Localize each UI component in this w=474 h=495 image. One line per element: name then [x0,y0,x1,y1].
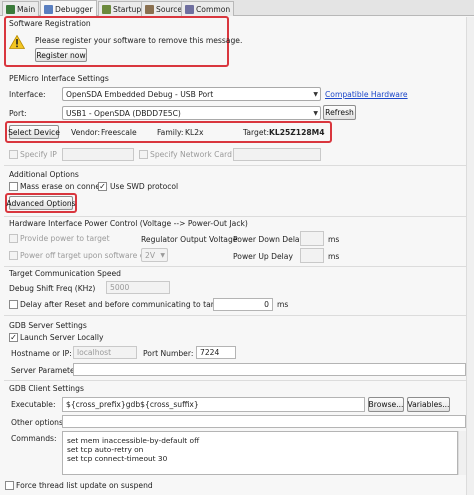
vendor-label: Vendor: [71,128,101,137]
power-down-delay-input[interactable] [300,231,324,246]
hostname-input[interactable]: localhost [73,346,137,359]
mass-erase-checkbox[interactable] [9,182,18,191]
tab-source[interactable]: Source [141,1,187,16]
advanced-options-button[interactable]: Advanced Options [6,196,76,210]
tab-startup[interactable]: Startup [98,1,146,16]
target-label: Target: [243,128,270,137]
commands-label: Commands: [11,434,57,443]
chevron-down-icon: ▼ [313,91,318,98]
commands-scrollbar[interactable] [458,431,466,475]
delay-after-reset-label: Delay after Reset and before communicati… [20,300,240,309]
panel-scrollbar[interactable] [466,17,474,495]
chevron-down-icon: ▼ [313,110,318,117]
divider [4,165,466,166]
specify-nic-label: Specify Network Card IP [150,150,242,159]
port-label: Port: [9,109,27,118]
shift-freq-input[interactable]: 5000 [106,281,170,294]
family-value: KL2x [185,128,204,137]
startup-icon [102,4,111,14]
port-number-label: Port Number: [143,349,194,358]
force-thread-checkbox[interactable] [5,481,14,490]
interface-select[interactable]: OpenSDA Embedded Debug - USB Port ▼ [62,87,321,101]
use-swd-checkbox[interactable]: ✓ [98,182,107,191]
vendor-value: Freescale [101,128,137,137]
specify-ip-input[interactable] [62,148,134,161]
divider [4,216,466,217]
power-up-delay-label: Power Up Delay [233,252,293,261]
other-options-input[interactable] [62,415,466,428]
force-thread-label: Force thread list update on suspend [16,481,153,490]
power-down-delay-label: Power Down Delay [233,235,305,244]
refresh-button[interactable]: Refresh [323,105,356,120]
family-label: Family: [157,128,184,137]
tab-common[interactable]: Common [181,1,235,16]
tab-debugger[interactable]: Debugger [40,0,97,17]
regulator-voltage-label: Regulator Output Voltage [141,235,238,244]
tab-main[interactable]: Main [2,1,40,16]
other-options-label: Other options: [11,418,66,427]
source-icon [145,4,154,14]
warning-icon [8,34,26,49]
register-now-button[interactable]: Register now [35,48,87,62]
specify-ip-label: Specify IP [20,150,57,159]
use-swd-label: Use SWD protocol [110,182,179,191]
tab-bar: Main Debugger Startup Source Common [0,0,474,17]
power-off-label: Power off target upon software exit [20,251,154,260]
hostname-label: Hostname or IP: [11,349,72,358]
power-control-title: Hardware Interface Power Control (Voltag… [9,219,248,228]
provide-power-checkbox[interactable] [9,234,18,243]
browse-button[interactable]: Browse... [368,397,404,412]
divider [4,315,466,316]
executable-input[interactable]: ${cross_prefix}gdb${cross_suffix} [62,397,365,412]
server-parameters-input[interactable] [73,363,466,376]
executable-label: Executable: [11,400,56,409]
target-value: KL25Z128M4 [269,128,325,137]
divider [4,380,466,381]
specify-nic-input[interactable] [233,148,321,161]
delay-after-reset-input[interactable]: 0 [213,298,273,311]
specify-ip-checkbox[interactable] [9,150,18,159]
port-select[interactable]: USB1 - OpenSDA (DBDD7E5C) ▼ [62,106,321,120]
select-device-button[interactable]: Select Device [8,125,60,139]
main-icon [6,4,15,14]
power-up-delay-input[interactable] [300,248,324,263]
interface-label: Interface: [9,90,46,99]
power-up-ms-label: ms [328,252,340,261]
launch-server-label: Launch Server Locally [20,333,104,342]
compatible-hardware-link[interactable]: Compatible Hardware [325,90,408,99]
gdb-client-title: GDB Client Settings [9,384,84,393]
comm-speed-title: Target Communication Speed [9,269,121,278]
pemicro-title: PEMicro Interface Settings [9,74,109,83]
power-off-checkbox[interactable] [9,251,18,260]
additional-options-title: Additional Options [9,170,79,179]
delay-after-reset-checkbox[interactable] [9,300,18,309]
commands-textarea[interactable] [62,431,458,475]
registration-title: Software Registration [9,19,91,28]
chevron-down-icon: ▼ [160,252,165,259]
shift-freq-label: Debug Shift Freq (KHz) [9,284,96,293]
mass-erase-label: Mass erase on connect [20,182,108,191]
debugger-icon [44,4,53,14]
divider [4,266,466,267]
port-number-input[interactable]: 7224 [196,346,236,359]
common-icon [185,4,194,14]
variables-button[interactable]: Variables... [407,397,450,412]
specify-nic-checkbox[interactable] [139,150,148,159]
gdb-server-title: GDB Server Settings [9,321,87,330]
provide-power-label: Provide power to target [20,234,110,243]
launch-server-checkbox[interactable]: ✓ [9,333,18,342]
delay-ms-label: ms [277,300,289,309]
registration-message: Please register your software to remove … [35,36,243,45]
voltage-select[interactable]: 2V ▼ [141,248,168,262]
power-down-ms-label: ms [328,235,340,244]
